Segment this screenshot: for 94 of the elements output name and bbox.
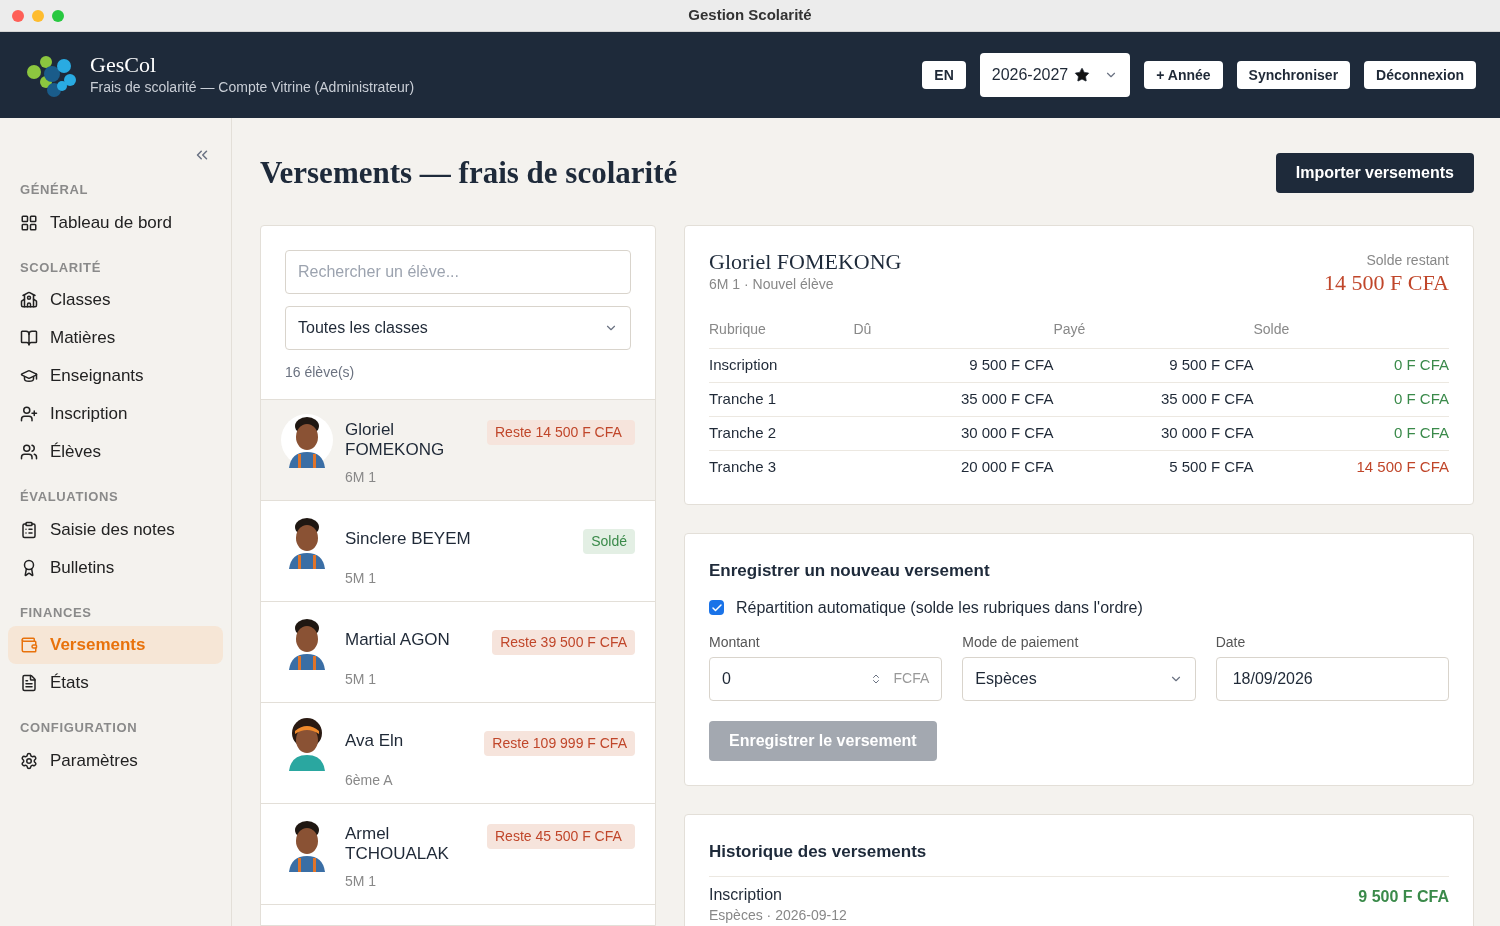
table-cell: Tranche 2	[709, 416, 854, 450]
graduation-cap-icon	[20, 367, 38, 385]
grid-icon	[20, 213, 38, 232]
table-cell: Inscription	[709, 348, 854, 382]
history-amount: 9 500 F CFA	[1358, 887, 1449, 907]
payment-method-select[interactable]: Espèces	[962, 656, 1196, 701]
student-row[interactable]: Gloriel FOMEKONG Reste 14 500 F CFA 6M 1	[261, 399, 655, 501]
balance-amount: 14 500 F CFA	[1324, 270, 1449, 295]
header-button[interactable]: Synchroniser	[1236, 61, 1351, 89]
class-filter-select[interactable]: Toutes les classes	[285, 305, 631, 350]
balance-label: Solde restant	[1366, 250, 1449, 270]
app-subtitle: Frais de scolarité — Compte Vitrine (Administrateur)	[90, 77, 415, 97]
student-name: Gloriel FOMEKONG	[345, 418, 446, 460]
clipboard-icon	[20, 520, 38, 539]
history-item-label: Inscription	[709, 885, 783, 905]
section-heading: GÉNÉRAL	[19, 181, 90, 199]
amount-field[interactable]: 0 FCFA	[709, 656, 943, 701]
app-name: GesCol	[90, 52, 157, 77]
table-cell: 0 F CFA	[1253, 382, 1449, 416]
table-cell: 35 000 F CFA	[853, 382, 1054, 416]
student-name: Gloriel FOMEKONG	[709, 249, 902, 274]
column-header: Dû	[853, 318, 1054, 348]
header-button[interactable]: Déconnexion	[1364, 61, 1476, 89]
column-header: Payé	[1053, 318, 1254, 348]
year-select[interactable]: 2026-2027	[979, 53, 1131, 97]
column-header: Solde	[1253, 318, 1449, 348]
student-class: 5M 1	[345, 871, 378, 891]
checkbox-label: Répartition automatique (solde les rubriques dans l'ordre)	[736, 597, 1143, 618]
users-icon	[20, 443, 38, 461]
balance-badge: Reste 109 999 F CFA	[484, 730, 635, 756]
sidebar-item[interactable]: Paramètres	[8, 741, 223, 780]
balance-badge: Reste 14 500 F CFA	[487, 419, 635, 445]
user-plus-icon	[20, 405, 38, 423]
sidebar-item[interactable]: Élèves	[8, 433, 223, 471]
student-name: Ava Eln	[345, 729, 404, 751]
date-field[interactable]: 18/09/2026	[1215, 656, 1449, 701]
history-title: Historique des versements	[709, 838, 1449, 877]
search-field[interactable]: Rechercher un élève...	[285, 249, 631, 294]
header-button[interactable]: + Année	[1144, 61, 1223, 89]
book-icon	[20, 329, 38, 347]
sidebar-item[interactable]: Saisie des notes	[8, 510, 223, 549]
building-icon	[20, 291, 38, 309]
student-name: Sinclere BEYEM	[345, 527, 471, 549]
table-cell: Tranche 3	[709, 450, 854, 484]
history-item-meta: Espèces · 2026-09-12	[709, 906, 847, 925]
table-cell: 5 500 F CFA	[1053, 450, 1254, 484]
table-cell: 9 500 F CFA	[853, 348, 1054, 382]
table-cell: 9 500 F CFA	[1053, 348, 1254, 382]
field-label: Mode de paiement	[962, 632, 1080, 652]
student-name: Armel TCHOUALAK	[345, 822, 450, 864]
sidebar-item[interactable]: Enseignants	[8, 357, 223, 395]
window-title: Gestion Scolarité	[688, 5, 812, 26]
page-title: Versements — frais de scolarité	[260, 154, 678, 192]
currency-unit: FCFA	[893, 669, 930, 688]
table-cell: 0 F CFA	[1253, 348, 1449, 382]
section-heading: CONFIGURATION	[19, 719, 139, 737]
sidebar-item[interactable]: Matières	[8, 319, 223, 357]
language-button[interactable]: EN	[922, 61, 966, 89]
student-class: 6M 1	[345, 467, 378, 487]
table-cell: 0 F CFA	[1253, 416, 1449, 450]
table-cell: 30 000 F CFA	[1053, 416, 1254, 450]
avatar-icon	[281, 411, 333, 468]
form-title: Enregistrer un nouveau versement	[709, 560, 991, 582]
section-heading: SCOLARITÉ	[19, 258, 102, 277]
balance-badge: Reste 45 500 F CFA	[487, 823, 635, 849]
student-class: 5M 1	[345, 568, 378, 588]
student-class: 5M 1	[345, 669, 378, 689]
settings-icon	[20, 751, 38, 770]
sidebar-item[interactable]: États	[8, 664, 223, 702]
field-label: Date	[1215, 632, 1247, 652]
table-cell: 35 000 F CFA	[1053, 382, 1254, 416]
student-count: 16 élève(s)	[285, 362, 356, 382]
student-name: Martial AGON	[345, 628, 450, 650]
section-heading: ÉVALUATIONS	[19, 488, 120, 506]
wallet-icon	[20, 636, 38, 654]
field-label: Montant	[709, 632, 761, 652]
auto-split-checkbox[interactable]	[709, 600, 724, 615]
import-button[interactable]: Importer versements	[1275, 153, 1474, 194]
sidebar-item[interactable]: Inscription	[8, 395, 223, 433]
table-cell: 30 000 F CFA	[853, 416, 1054, 450]
sidebar-item[interactable]: Classes	[8, 281, 223, 319]
student-info: 6M 1 · Nouvel élève	[709, 274, 835, 294]
table-cell: 20 000 F CFA	[853, 450, 1054, 484]
section-heading: FINANCES	[19, 603, 93, 622]
close-window-icon[interactable]	[12, 9, 24, 22]
table-cell: 14 500 F CFA	[1253, 450, 1449, 484]
sidebar-item[interactable]: Tableau de bord	[8, 203, 223, 242]
balance-badge: Soldé	[583, 528, 635, 554]
document-icon	[20, 674, 38, 692]
table-cell: Tranche 1	[709, 382, 854, 416]
column-header: Rubrique	[709, 318, 854, 348]
balance-badge: Reste 39 500 F CFA	[492, 629, 635, 655]
student-class: 6ème A	[345, 770, 394, 790]
sidebar-item[interactable]: Bulletins	[8, 548, 223, 587]
